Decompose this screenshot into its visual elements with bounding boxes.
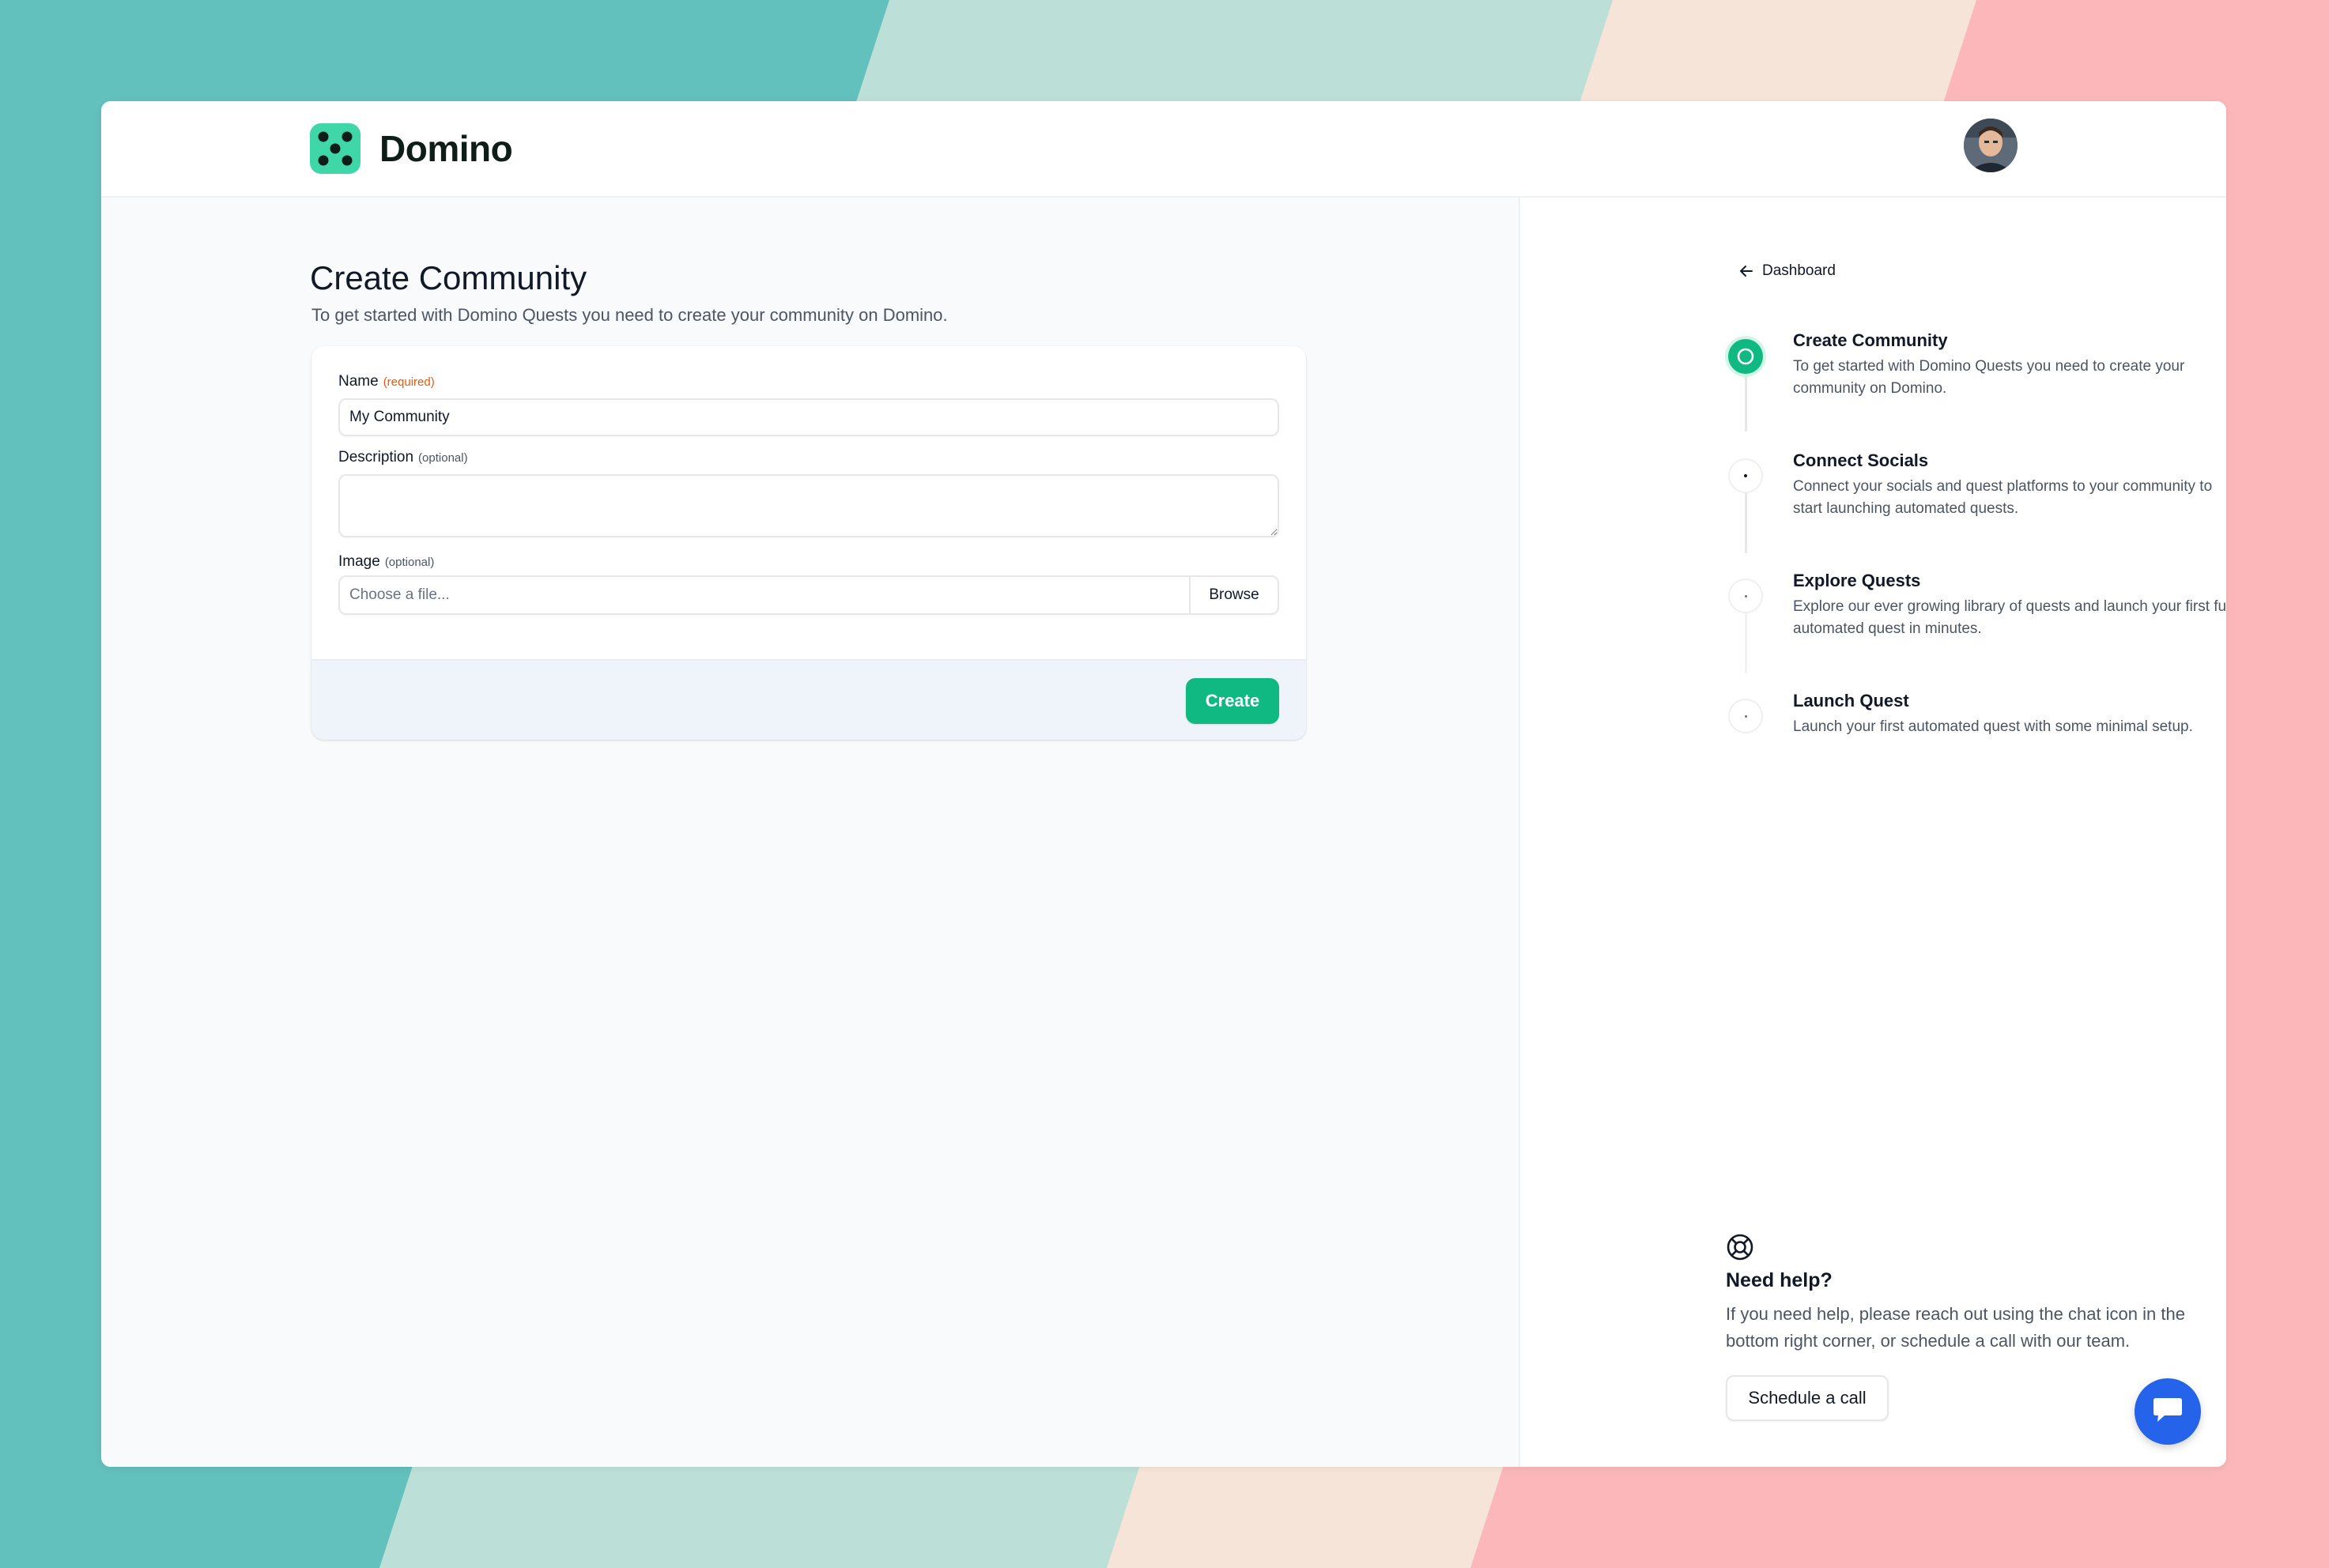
page-subtitle: To get started with Domino Quests you ne… bbox=[311, 305, 948, 325]
optional-hint: (optional) bbox=[384, 556, 435, 569]
image-file-input[interactable]: Choose a file... Browse bbox=[338, 575, 1279, 615]
main-content: Create Community To get started with Dom… bbox=[101, 198, 1519, 1467]
lifebuoy-icon bbox=[1727, 1234, 1753, 1261]
page-title: Create Community bbox=[310, 259, 587, 296]
brand-name[interactable]: Domino bbox=[379, 125, 513, 172]
description-label-text: Description bbox=[338, 449, 414, 466]
name-label: Name (required) bbox=[338, 373, 435, 390]
app-window: Domino Create Community To get started w… bbox=[101, 101, 2226, 1467]
image-label: Image (optional) bbox=[338, 553, 434, 571]
help-section: Need help? If you need help, please reac… bbox=[1520, 101, 2226, 1467]
file-placeholder[interactable]: Choose a file... bbox=[340, 577, 1189, 613]
form-footer: Create bbox=[311, 659, 1306, 740]
help-text: If you need help, please reach out using… bbox=[1726, 1304, 2185, 1351]
required-hint: (required) bbox=[383, 375, 435, 389]
help-title: Need help? bbox=[1726, 1269, 1833, 1291]
name-input[interactable] bbox=[338, 398, 1279, 436]
description-textarea[interactable] bbox=[338, 474, 1279, 537]
browse-button[interactable]: Browse bbox=[1189, 577, 1278, 613]
chat-bubble-icon bbox=[2153, 1398, 2182, 1422]
onboarding-sidebar: Dashboard Create Community To get starte… bbox=[1519, 198, 2226, 1467]
image-label-text: Image bbox=[338, 553, 380, 570]
create-community-form: Name (required) Description (optional) Ima… bbox=[311, 346, 1306, 740]
dice-logo-icon[interactable] bbox=[310, 123, 360, 174]
description-label: Description (optional) bbox=[338, 449, 468, 466]
create-button[interactable]: Create bbox=[1186, 678, 1279, 724]
name-label-text: Name bbox=[338, 373, 379, 390]
schedule-call-button[interactable]: Schedule a call bbox=[1726, 1375, 1889, 1421]
chat-launcher-button[interactable] bbox=[2135, 1378, 2201, 1445]
optional-hint: (optional) bbox=[418, 451, 468, 465]
